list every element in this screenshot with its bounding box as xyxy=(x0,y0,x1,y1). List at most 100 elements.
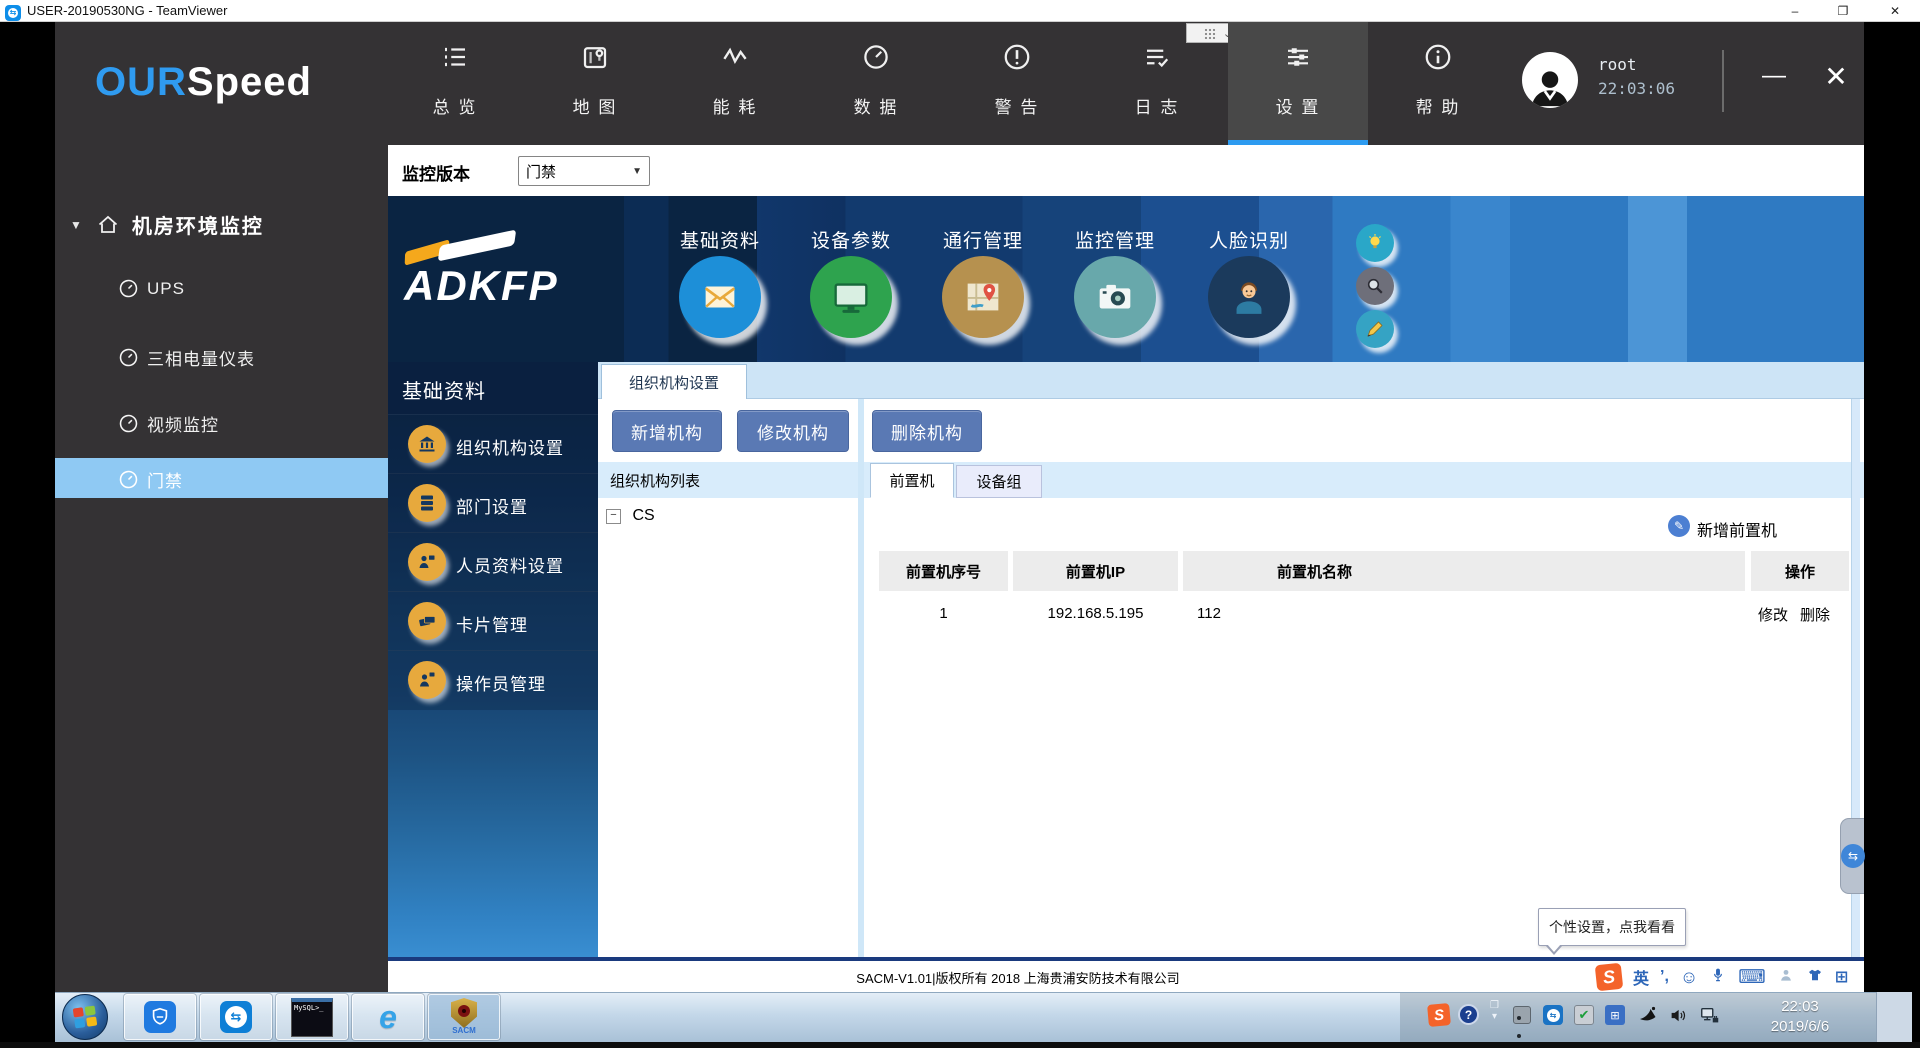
nav-help[interactable]: 帮 助 xyxy=(1368,42,1508,152)
module-face-recognition[interactable] xyxy=(1208,256,1290,338)
list-icon xyxy=(408,484,446,522)
window-title: USER-20190530NG - TeamViewer xyxy=(27,3,227,18)
org-list-header: 组织机构列表 xyxy=(598,462,858,498)
keyboard-icon[interactable]: ⌨ xyxy=(1738,966,1765,989)
tray-teamviewer-icon[interactable]: ⇆ xyxy=(1543,1005,1563,1025)
dock-handle[interactable]: ⇆ xyxy=(1840,818,1864,894)
face-icon xyxy=(1226,274,1272,320)
module-basic-data[interactable] xyxy=(679,256,761,338)
ime-punct-toggle[interactable]: ’, xyxy=(1660,968,1669,986)
titlebar-minimize-button[interactable]: – xyxy=(1778,0,1812,22)
tab-front-machine[interactable]: 前置机 xyxy=(870,463,954,498)
monitor-icon xyxy=(828,274,874,320)
tray-time: 22:03 xyxy=(1745,997,1855,1017)
gauge-icon xyxy=(861,42,891,77)
tray-date: 2019/6/6 xyxy=(1745,1017,1855,1037)
sidebar-item-label: UPS xyxy=(147,279,185,299)
quick-search-button[interactable] xyxy=(1356,267,1394,305)
sidebar-item-ups[interactable]: UPS xyxy=(118,278,185,299)
log-icon xyxy=(1142,42,1172,77)
sogou-logo-icon[interactable]: S xyxy=(1595,963,1624,992)
tree-expand-icon[interactable]: ▼ xyxy=(70,218,84,232)
app-logo-our: OUR xyxy=(95,60,187,104)
tree-node-label[interactable]: CS xyxy=(632,507,654,524)
tray-device-icon[interactable] xyxy=(1513,1006,1531,1024)
nav-energy[interactable]: 能 耗 xyxy=(665,42,805,152)
titlebar-close-button[interactable]: ✕ xyxy=(1878,0,1912,22)
add-front-icon[interactable]: ✎ xyxy=(1668,515,1690,537)
module-device-params[interactable] xyxy=(810,256,892,338)
quick-bulb-button[interactable] xyxy=(1356,224,1394,262)
taskbar-app-sacm[interactable]: SACM xyxy=(428,994,500,1040)
titlebar-maximize-button[interactable]: ❐ xyxy=(1826,0,1860,22)
nav-data[interactable]: 数 据 xyxy=(806,42,946,152)
tray-expand-icon[interactable]: ❐▾ xyxy=(1490,1000,1499,1022)
taskbar-app-mysql[interactable]: MySQL>_ xyxy=(276,994,348,1040)
add-front-link[interactable]: 新增前置机 xyxy=(1697,517,1777,541)
sidebar-item-door-access[interactable]: 门禁 xyxy=(118,467,183,492)
tray-clock[interactable]: 22:03 2019/6/6 xyxy=(1745,997,1855,1037)
overview-icon xyxy=(440,42,470,77)
submenu-title: 基础资料 xyxy=(402,375,486,404)
avatar[interactable] xyxy=(1522,52,1578,108)
ime-lang-toggle[interactable]: 英 xyxy=(1633,965,1649,989)
tree-collapse-icon[interactable]: − xyxy=(606,509,621,524)
sidebar-root-label: 机房环境监控 xyxy=(132,210,264,239)
tray-volume-icon[interactable] xyxy=(1669,1005,1690,1031)
table-cell-seq: 1 xyxy=(879,598,1008,628)
tab-org-settings[interactable]: 组织机构设置 xyxy=(601,364,747,399)
nav-alert[interactable]: 警 告 xyxy=(947,42,1087,152)
delete-org-button[interactable]: 删除机构 xyxy=(872,410,982,452)
start-button[interactable] xyxy=(62,994,108,1040)
submenu-item-operators[interactable]: 操作员管理 xyxy=(388,650,598,710)
meter-icon xyxy=(118,347,139,368)
microphone-icon[interactable] xyxy=(1709,966,1727,989)
add-org-button[interactable]: 新增机构 xyxy=(612,410,722,452)
bank-icon xyxy=(408,425,446,463)
tree-node-cs[interactable]: − CS xyxy=(606,507,655,525)
submenu-item-department[interactable]: 部门设置 xyxy=(388,473,598,533)
nav-label: 警 告 xyxy=(995,93,1040,118)
version-dropdown[interactable]: 门禁 ▼ xyxy=(518,156,650,186)
tray-horn-icon[interactable] xyxy=(1636,1002,1660,1031)
map-pin-icon xyxy=(960,274,1006,320)
module-monitor-mgmt[interactable] xyxy=(1074,256,1156,338)
tray-app-icon[interactable]: ⊞ xyxy=(1605,1005,1625,1025)
brand-logo: ADKFP xyxy=(404,262,559,310)
submenu-item-cards[interactable]: 卡片管理 xyxy=(388,591,598,651)
edit-org-button[interactable]: 修改机构 xyxy=(737,410,849,452)
row-delete-link[interactable]: 删除 xyxy=(1800,604,1830,625)
taskbar-app-teamviewer[interactable]: ⇆ xyxy=(200,994,272,1040)
tray-installer-icon[interactable]: ✔ xyxy=(1574,1005,1594,1025)
dock-arrows-icon[interactable]: ⇆ xyxy=(1841,844,1865,868)
skin-shirt-icon[interactable] xyxy=(1806,966,1824,989)
user-silhouette-icon[interactable] xyxy=(1777,966,1795,989)
submenu-item-personnel[interactable]: 人员资料设置 xyxy=(388,532,598,592)
table-cell-name: 112 xyxy=(1197,598,1397,628)
tray-help-icon[interactable]: ? xyxy=(1458,1004,1479,1025)
submenu-item-org-settings[interactable]: 组织机构设置 xyxy=(388,414,598,474)
module-access-mgmt[interactable] xyxy=(942,256,1024,338)
taskbar-app-ie[interactable]: e xyxy=(352,994,424,1040)
app-minimize-button[interactable]: — xyxy=(1752,56,1796,96)
show-desktop-button[interactable] xyxy=(1876,992,1912,1042)
tray-sogou-icon[interactable]: S xyxy=(1427,1003,1451,1027)
bulb-icon xyxy=(1363,231,1387,255)
nav-map[interactable]: 地 图 xyxy=(525,42,665,152)
tray-network-icon[interactable] xyxy=(1699,1005,1721,1032)
row-edit-link[interactable]: 修改 xyxy=(1758,604,1788,625)
nav-settings[interactable]: 设 置 xyxy=(1228,42,1368,152)
app-close-button[interactable]: ✕ xyxy=(1812,54,1860,98)
sidebar-item-video[interactable]: 视频监控 xyxy=(118,411,219,436)
ime-grid-icon[interactable]: ⊞ xyxy=(1835,967,1848,987)
tab-device-group[interactable]: 设备组 xyxy=(956,465,1042,498)
taskbar-app-monitoring[interactable] xyxy=(124,994,196,1040)
sidebar-item-power-meter[interactable]: 三相电量仪表 xyxy=(118,345,255,370)
main-tabstrip xyxy=(598,362,1864,399)
nav-overview[interactable]: 总 览 xyxy=(385,42,525,152)
nav-log[interactable]: 日 志 xyxy=(1087,42,1227,152)
sidebar-root-node[interactable]: ▼ 机房环境监控 xyxy=(70,210,264,239)
emoji-icon[interactable]: ☺ xyxy=(1680,967,1698,988)
ime-bar[interactable]: S 英 ’, ☺ ⌨ ⊞ xyxy=(1596,963,1848,991)
quick-edit-button[interactable] xyxy=(1356,310,1394,348)
